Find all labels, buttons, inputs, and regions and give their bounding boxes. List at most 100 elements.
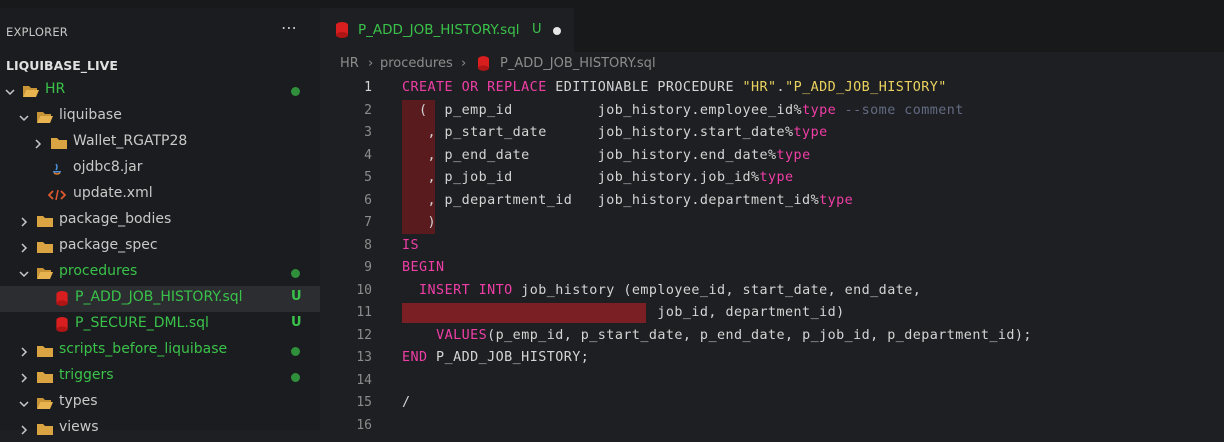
chevron-right-icon: › [461, 56, 467, 71]
tree-file-p-add-job-history-sql[interactable]: P_ADD_JOB_HISTORY.sql U [0, 286, 320, 312]
code-token: EDITIONABLE PROCEDURE [546, 80, 743, 95]
tree-folder-views[interactable]: views [0, 416, 320, 442]
folder-icon [36, 239, 54, 253]
line-number: 15 [356, 395, 372, 410]
line-number: 11 [356, 305, 372, 320]
code-line[interactable]: 1 CREATE OR REPLACE EDITIONABLE PROCEDURE… [322, 78, 1224, 100]
code-text: BEGIN [402, 260, 445, 275]
untracked-badge: U [291, 315, 302, 330]
chevron-down-icon[interactable] [18, 109, 30, 122]
folder-icon [36, 369, 54, 383]
breadcrumb-hr[interactable]: HR [340, 56, 359, 71]
code-token: ) [402, 215, 437, 230]
tree-folder-package-spec[interactable]: package_spec [0, 234, 320, 260]
code-token: IS [402, 237, 420, 253]
code-text: job_id, department_id) [402, 305, 845, 320]
code-text: , p_department_id job_history.department… [402, 193, 853, 208]
breadcrumb-file[interactable]: P_ADD_JOB_HISTORY.sql [500, 56, 656, 71]
chevron-right-icon[interactable] [18, 239, 30, 253]
code-line[interactable]: 6 , p_department_id job_history.departme… [322, 191, 1224, 213]
code-text: ( p_emp_id job_history.employee_id%type … [402, 103, 964, 118]
code-line[interactable]: 16 [322, 416, 1224, 438]
chevron-right-icon[interactable] [18, 369, 30, 383]
line-number: 7 [364, 215, 372, 230]
code-line[interactable]: 15 / [322, 393, 1224, 415]
tree-item-label: package_bodies [59, 211, 172, 227]
line-number: 10 [356, 282, 372, 298]
line-number: 8 [364, 237, 372, 253]
code-line[interactable]: 9 BEGIN [322, 258, 1224, 280]
git-status-dot [291, 269, 300, 278]
code-text: , p_start_date job_history.start_date%ty… [402, 125, 828, 140]
tree-folder-scripts-before-liquibase[interactable]: scripts_before_liquibase [0, 338, 320, 364]
code-token: type [802, 102, 837, 118]
code-line[interactable]: 13 END P_ADD_JOB_HISTORY; [322, 348, 1224, 370]
tree-item-label: update.xml [73, 185, 153, 201]
unsaved-dot-icon[interactable] [553, 27, 561, 35]
xml-icon [47, 187, 67, 201]
folder-open-icon [36, 265, 54, 279]
tree-folder-types[interactable]: types [0, 390, 320, 416]
code-line[interactable]: 8 IS [322, 236, 1224, 258]
chevron-right-icon: › [368, 56, 374, 71]
java-icon [48, 161, 66, 175]
code-token: . [776, 80, 786, 95]
tree-item-label: liquibase [59, 107, 122, 123]
title-strip [0, 0, 1224, 8]
code-token: type [776, 147, 811, 163]
code-text: ) [402, 215, 436, 230]
chevron-down-icon[interactable] [18, 265, 30, 278]
code-token: , p_department_id job_history.department… [402, 192, 820, 208]
tree-file-p-secure-dml-sql[interactable]: P_SECURE_DML.sql U [0, 312, 320, 338]
tree-folder-triggers[interactable]: triggers [0, 364, 320, 390]
git-status-dot [291, 373, 300, 382]
code-token: , p_start_date job_history.start_date% [402, 125, 794, 140]
code-text: VALUES(p_emp_id, p_start_date, p_end_dat… [402, 328, 1032, 343]
line-number: 12 [356, 327, 372, 343]
breadcrumb-procedures[interactable]: procedures [380, 56, 453, 71]
code-line[interactable]: 2 ( p_emp_id job_history.employee_id%typ… [322, 101, 1224, 123]
code-token: CREATE OR REPLACE [402, 80, 547, 95]
code-line[interactable]: 10 INSERT INTO job_history (employee_id,… [322, 281, 1224, 303]
untracked-badge: U [291, 289, 302, 304]
code-token: type [819, 192, 854, 208]
tree-folder-wallet-rgatp28[interactable]: Wallet_RGATP28 [0, 130, 320, 156]
folder-icon [36, 421, 54, 435]
database-icon [336, 22, 348, 38]
chevron-right-icon[interactable] [18, 213, 30, 227]
code-line[interactable]: 3 , p_start_date job_history.start_date%… [322, 123, 1224, 145]
code-line[interactable]: 11 job_id, department_id) [322, 303, 1224, 325]
tab-title: P_ADD_JOB_HISTORY.sql [358, 22, 520, 38]
untracked-badge: U [532, 22, 542, 37]
ellipsis-icon[interactable]: ⋯ [281, 18, 298, 37]
line-number: 9 [364, 260, 372, 275]
chevron-right-icon[interactable] [18, 421, 30, 435]
tab-p-add-job-history[interactable]: P_ADD_JOB_HISTORY.sql U [322, 8, 574, 52]
tree-folder-liquibase[interactable]: liquibase [0, 104, 320, 130]
chevron-down-icon[interactable] [18, 395, 30, 408]
chevron-right-icon[interactable] [32, 135, 44, 149]
code-line[interactable]: 12 VALUES(p_emp_id, p_start_date, p_end_… [322, 326, 1224, 348]
code-line[interactable]: 14 [322, 371, 1224, 393]
database-icon [478, 56, 490, 72]
code-token: job_history (employee_id, start_date, en… [512, 282, 922, 298]
chevron-right-icon[interactable] [18, 343, 30, 357]
tree-file-ojdbc8-jar[interactable]: ojdbc8.jar [0, 156, 320, 182]
code-line[interactable]: 4 , p_end_date job_history.end_date%type [322, 146, 1224, 168]
code-line[interactable]: 7 ) [322, 213, 1224, 235]
tree-file-update-xml[interactable]: update.xml [0, 182, 320, 208]
tree-item-label: scripts_before_liquibase [59, 341, 228, 357]
tree-folder-package-bodies[interactable]: package_bodies [0, 208, 320, 234]
workspace-title[interactable]: LIQUIBASE_LIVE [6, 58, 118, 73]
code-token: , p_job_id job_history.job_id% [402, 170, 760, 185]
tree-folder-procedures[interactable]: procedures [0, 260, 320, 286]
code-line[interactable]: 5 , p_job_id job_history.job_id%type [322, 168, 1224, 190]
chevron-down-icon[interactable] [4, 83, 16, 96]
tree-folder-hr[interactable]: HR [0, 78, 320, 104]
code-token: "HR" [742, 80, 777, 95]
line-number: 16 [356, 417, 372, 433]
line-number: 1 [364, 80, 372, 95]
line-number: 4 [364, 147, 372, 163]
tree-item-label: procedures [59, 263, 138, 279]
